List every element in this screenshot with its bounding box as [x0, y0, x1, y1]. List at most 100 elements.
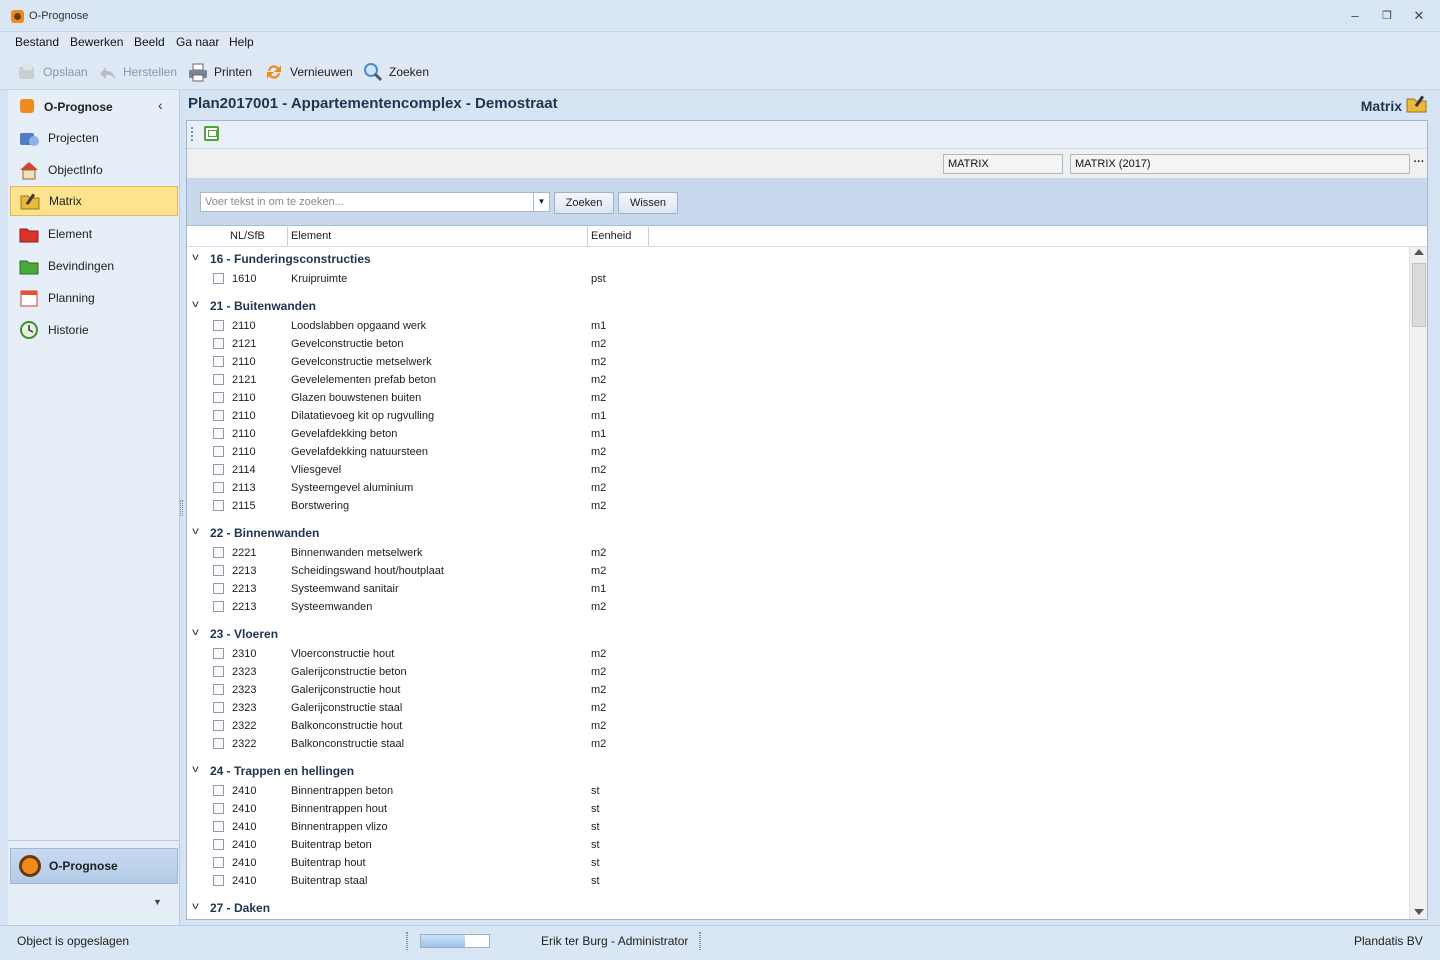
search-input[interactable]: Voer tekst in om te zoeken...: [200, 192, 550, 212]
group-row[interactable]: v 27 - Daken: [187, 897, 1409, 919]
table-row[interactable]: 2110 Gevelafdekking natuursteen m2: [187, 443, 1409, 461]
close-icon[interactable]: ✕: [1409, 8, 1429, 26]
row-checkbox[interactable]: [213, 410, 224, 421]
row-checkbox[interactable]: [213, 857, 224, 868]
chevron-down-icon[interactable]: ▼: [153, 897, 162, 907]
table-row[interactable]: 2110 Loodslabben opgaand werk m1: [187, 317, 1409, 335]
o-prognose-button[interactable]: O-Prognose: [10, 848, 178, 884]
refresh-button[interactable]: Vernieuwen: [264, 60, 353, 84]
scroll-down-icon[interactable]: [1414, 909, 1424, 915]
row-checkbox[interactable]: [213, 320, 224, 331]
column-header-element[interactable]: Element: [288, 227, 588, 246]
row-checkbox[interactable]: [213, 839, 224, 850]
column-header-unit[interactable]: Eenheid: [588, 227, 649, 246]
row-checkbox[interactable]: [213, 875, 224, 886]
row-checkbox[interactable]: [213, 666, 224, 677]
menu-ga-naar[interactable]: Ga naar: [176, 35, 219, 49]
sidebar-item-bevindingen[interactable]: Bevindingen: [10, 251, 178, 281]
group-row[interactable]: v 21 - Buitenwanden: [187, 295, 1409, 317]
row-checkbox[interactable]: [213, 374, 224, 385]
collapse-chevron-icon[interactable]: v: [192, 764, 199, 775]
restore-button[interactable]: Herstellen: [97, 60, 177, 84]
table-row[interactable]: 1610 Kruipruimte pst: [187, 270, 1409, 288]
row-checkbox[interactable]: [213, 464, 224, 475]
minimize-icon[interactable]: –: [1345, 8, 1365, 26]
table-row[interactable]: 2113 Systeemgevel aluminium m2: [187, 479, 1409, 497]
row-checkbox[interactable]: [213, 482, 224, 493]
row-checkbox[interactable]: [213, 356, 224, 367]
menu-beeld[interactable]: Beeld: [134, 35, 165, 49]
row-checkbox[interactable]: [213, 273, 224, 284]
row-checkbox[interactable]: [213, 547, 224, 558]
sidebar-splitter[interactable]: [180, 500, 183, 516]
row-checkbox[interactable]: [213, 648, 224, 659]
row-checkbox[interactable]: [213, 500, 224, 511]
row-checkbox[interactable]: [213, 803, 224, 814]
zoeken-button[interactable]: Zoeken: [554, 192, 614, 214]
row-checkbox[interactable]: [213, 338, 224, 349]
row-checkbox[interactable]: [213, 785, 224, 796]
table-row[interactable]: 2110 Dilatatievoeg kit op rugvulling m1: [187, 407, 1409, 425]
collapse-chevron-icon[interactable]: v: [192, 627, 199, 638]
group-row[interactable]: v 16 - Funderingsconstructies: [187, 248, 1409, 270]
table-row[interactable]: 2410 Binnentrappen hout st: [187, 800, 1409, 818]
menu-bestand[interactable]: Bestand: [15, 35, 59, 49]
sidebar-item-projecten[interactable]: Projecten: [10, 123, 178, 153]
row-checkbox[interactable]: [213, 720, 224, 731]
table-row[interactable]: 2410 Binnentrappen beton st: [187, 782, 1409, 800]
table-row[interactable]: 2213 Scheidingswand hout/houtplaat m2: [187, 562, 1409, 580]
table-row[interactable]: 2213 Systeemwanden m2: [187, 598, 1409, 616]
table-row[interactable]: 2110 Gevelconstructie metselwerk m2: [187, 353, 1409, 371]
search-dropdown-icon[interactable]: ▼: [533, 192, 550, 212]
window-view-icon[interactable]: [204, 126, 219, 141]
wissen-button[interactable]: Wissen: [618, 192, 678, 214]
row-checkbox[interactable]: [213, 428, 224, 439]
table-row[interactable]: 2323 Galerijconstructie hout m2: [187, 681, 1409, 699]
table-row[interactable]: 2114 Vliesgevel m2: [187, 461, 1409, 479]
table-row[interactable]: 2121 Gevelconstructie beton m2: [187, 335, 1409, 353]
row-checkbox[interactable]: [213, 565, 224, 576]
collapse-chevron-icon[interactable]: v: [192, 901, 199, 912]
toolbar-grip[interactable]: [191, 127, 193, 141]
table-row[interactable]: 2310 Vloerconstructie hout m2: [187, 645, 1409, 663]
table-row[interactable]: 2322 Balkonconstructie hout m2: [187, 717, 1409, 735]
table-row[interactable]: 2121 Gevelelementen prefab beton m2: [187, 371, 1409, 389]
row-checkbox[interactable]: [213, 601, 224, 612]
sidebar-item-planning[interactable]: Planning: [10, 283, 178, 313]
table-row[interactable]: 2323 Galerijconstructie staal m2: [187, 699, 1409, 717]
table-row[interactable]: 2221 Binnenwanden metselwerk m2: [187, 544, 1409, 562]
table-row[interactable]: 2410 Buitentrap beton st: [187, 836, 1409, 854]
restore-icon[interactable]: ❐: [1377, 8, 1397, 26]
table-row[interactable]: 2716Gootbekleding zinkm1: [187, 919, 1409, 920]
column-header-code[interactable]: NL/SfB: [227, 227, 288, 246]
row-checkbox[interactable]: [213, 702, 224, 713]
group-row[interactable]: v 24 - Trappen en hellingen: [187, 760, 1409, 782]
print-button[interactable]: Printen: [188, 60, 252, 84]
menu-help[interactable]: Help: [229, 35, 254, 49]
menu-bewerken[interactable]: Bewerken: [70, 35, 123, 49]
row-checkbox[interactable]: [213, 738, 224, 749]
row-checkbox[interactable]: [213, 684, 224, 695]
row-checkbox[interactable]: [213, 446, 224, 457]
save-button[interactable]: Opslaan: [17, 60, 88, 84]
table-row[interactable]: 2115 Borstwering m2: [187, 497, 1409, 515]
group-row[interactable]: v 22 - Binnenwanden: [187, 522, 1409, 544]
collapse-chevron-icon[interactable]: ‹: [158, 97, 163, 113]
vertical-scrollbar[interactable]: [1409, 247, 1427, 919]
scroll-thumb[interactable]: [1412, 263, 1426, 327]
table-row[interactable]: 2410 Buitentrap staal st: [187, 872, 1409, 890]
search-button[interactable]: Zoeken: [363, 60, 429, 84]
table-row[interactable]: 2323 Galerijconstructie beton m2: [187, 663, 1409, 681]
row-checkbox[interactable]: [213, 392, 224, 403]
sidebar-item-historie[interactable]: Historie: [10, 315, 178, 345]
matrix-browse-button[interactable]: ···: [1411, 154, 1427, 174]
collapse-chevron-icon[interactable]: v: [192, 252, 199, 263]
row-checkbox[interactable]: [213, 821, 224, 832]
group-row[interactable]: v 23 - Vloeren: [187, 623, 1409, 645]
sidebar-item-matrix[interactable]: Matrix: [10, 186, 178, 216]
collapse-chevron-icon[interactable]: v: [192, 526, 199, 537]
row-checkbox[interactable]: [213, 583, 224, 594]
table-row[interactable]: 2213 Systeemwand sanitair m1: [187, 580, 1409, 598]
collapse-chevron-icon[interactable]: v: [192, 299, 199, 310]
matrix-code-field[interactable]: MATRIX: [943, 154, 1063, 174]
